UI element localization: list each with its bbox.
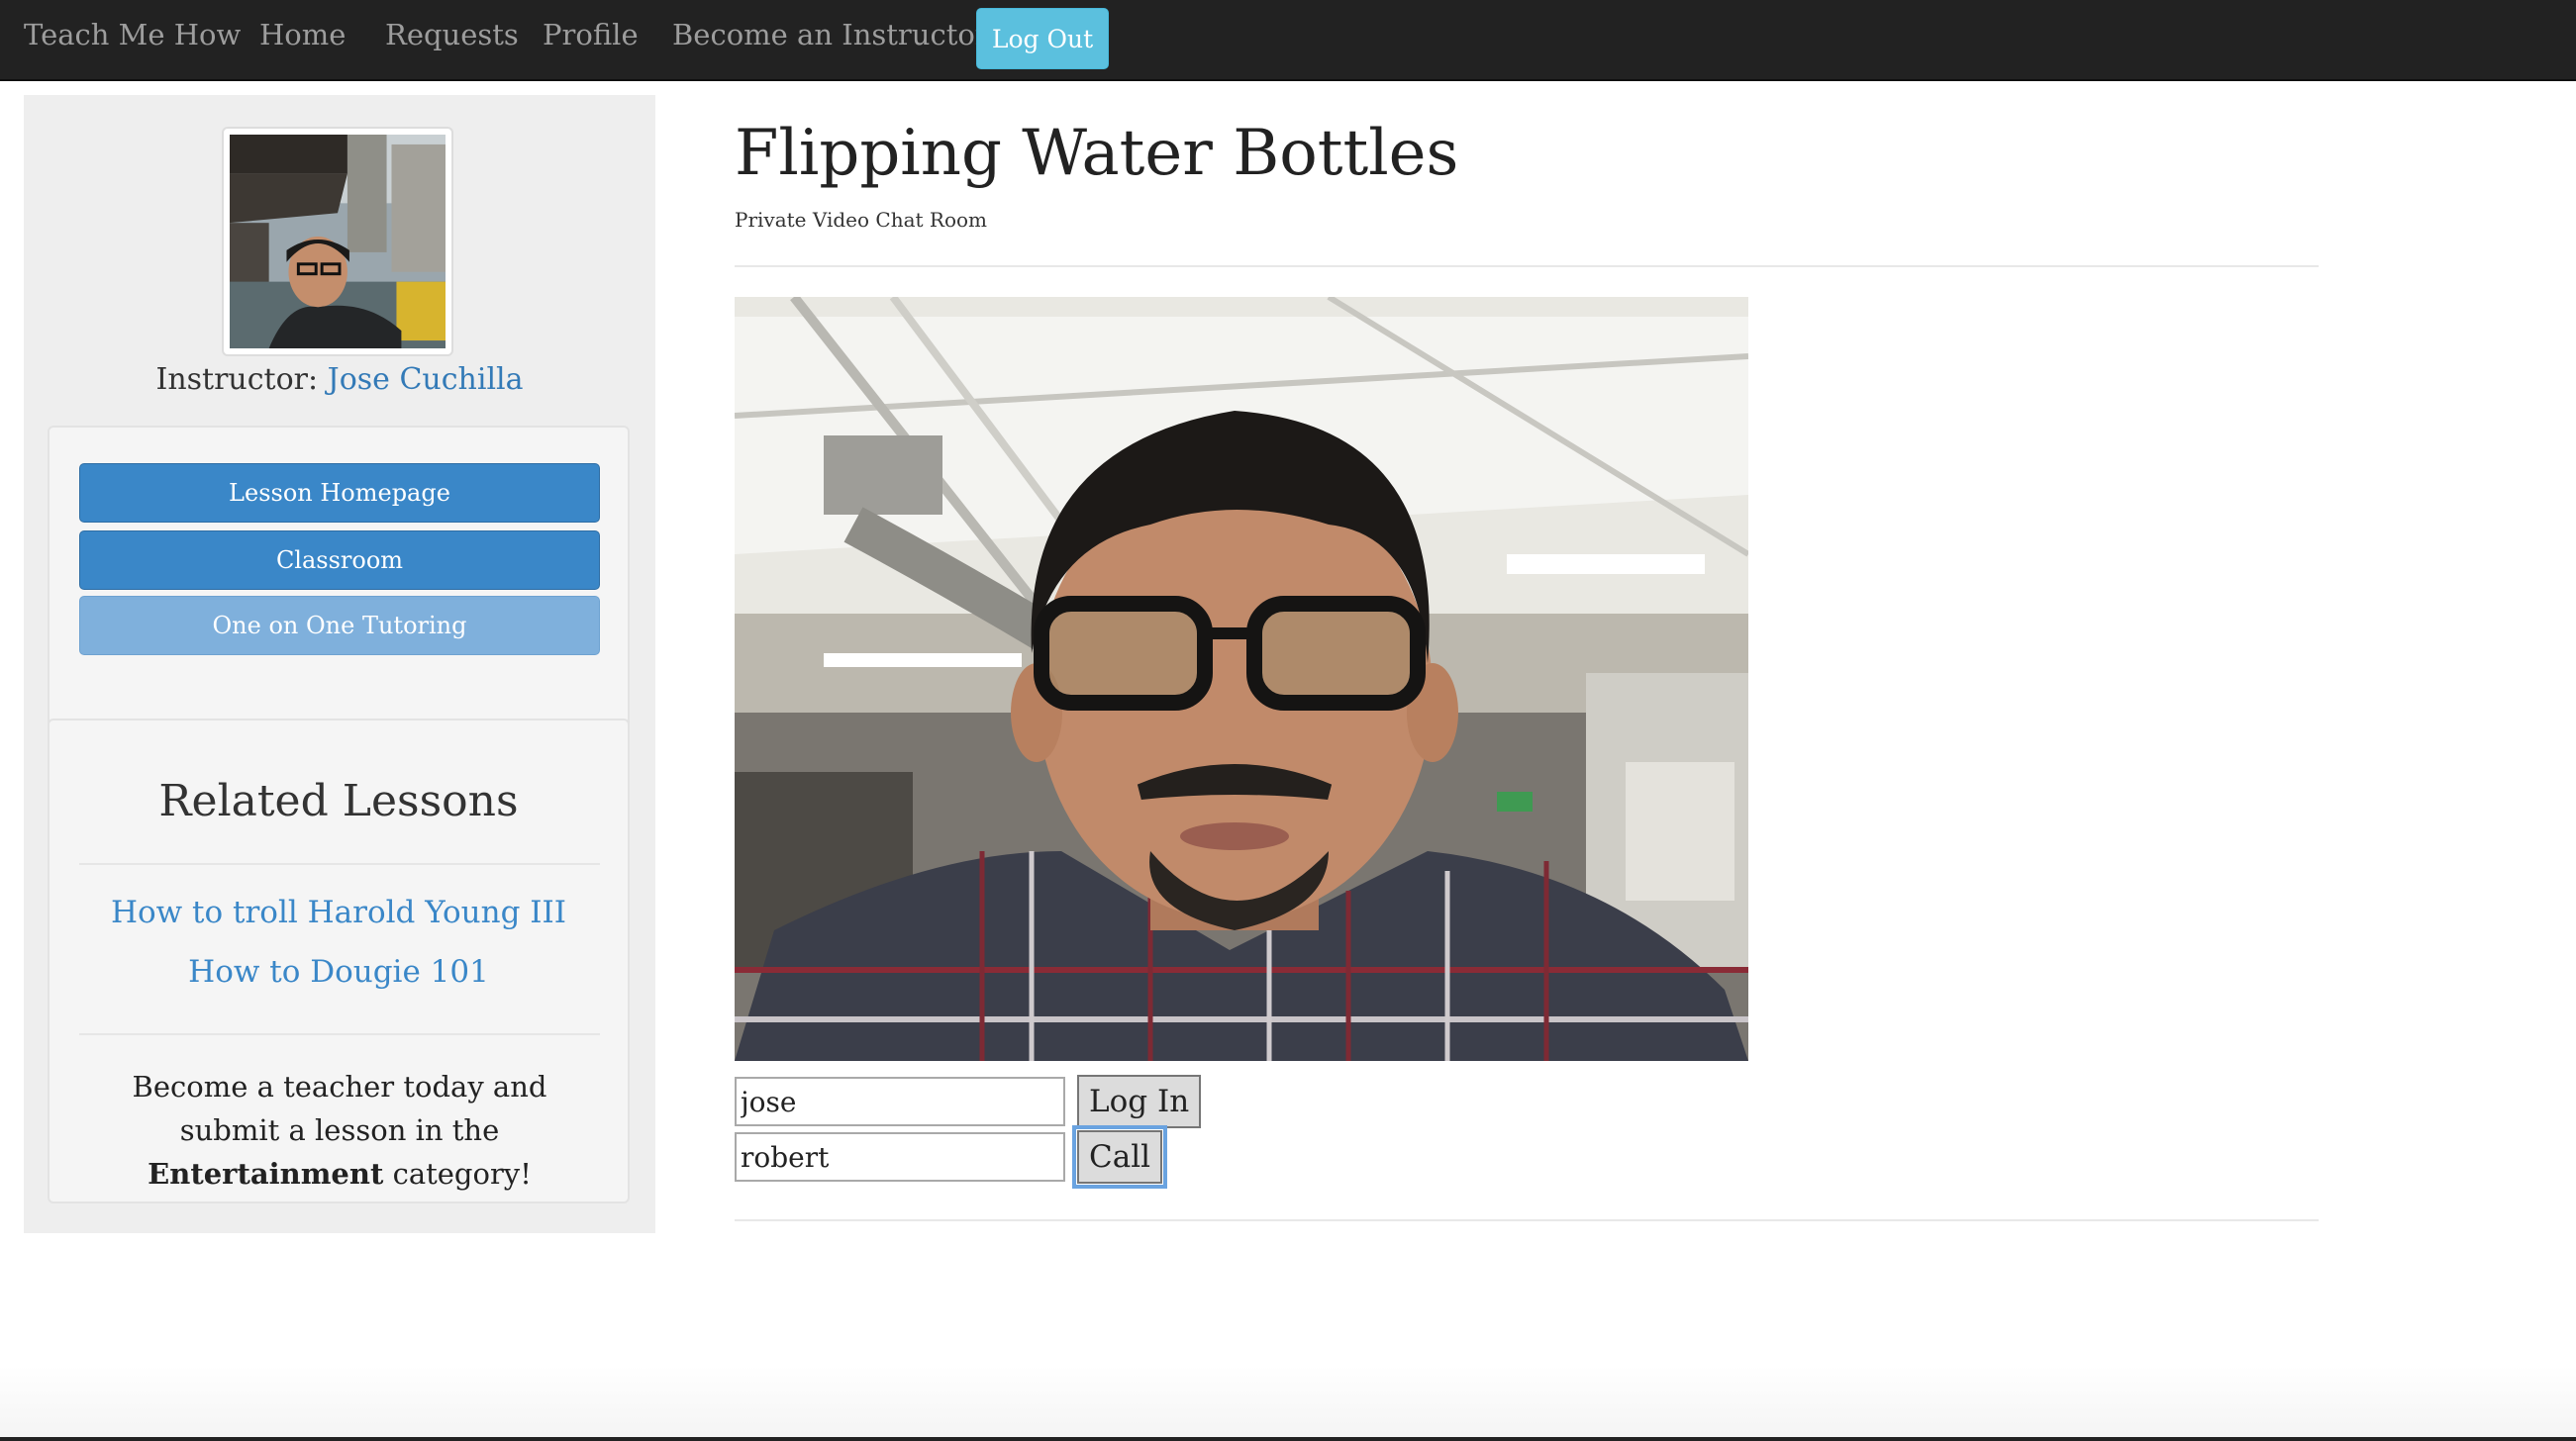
related-lesson-link[interactable]: How to troll Harold Young III bbox=[50, 895, 628, 930]
nav-link-home[interactable]: Home bbox=[259, 18, 346, 51]
divider bbox=[79, 1033, 600, 1035]
page-bottom-shadow bbox=[0, 1366, 2576, 1441]
username-input[interactable] bbox=[735, 1077, 1065, 1126]
page-subtitle: Private Video Chat Room bbox=[735, 208, 987, 232]
callee-input[interactable] bbox=[735, 1132, 1065, 1182]
related-lessons-panel: Related Lessons How to troll Harold Youn… bbox=[48, 719, 630, 1203]
related-lesson-link[interactable]: How to Dougie 101 bbox=[50, 954, 628, 990]
divider bbox=[735, 265, 2319, 267]
brand-link[interactable]: Teach Me How bbox=[24, 18, 241, 51]
page-title: Flipping Water Bottles bbox=[735, 117, 1459, 190]
avatar-photo-icon bbox=[230, 135, 446, 348]
top-navbar: Teach Me How Home Requests Profile Becom… bbox=[0, 0, 2576, 81]
logout-button[interactable]: Log Out bbox=[976, 8, 1109, 69]
divider bbox=[79, 863, 600, 865]
window-bottom-edge bbox=[0, 1437, 2576, 1441]
instructor-avatar bbox=[222, 127, 453, 356]
divider bbox=[735, 1219, 2319, 1221]
instructor-line: Instructor: Jose Cuchilla bbox=[24, 362, 655, 397]
become-teacher-text: Become a teacher today and submit a less… bbox=[79, 1065, 600, 1196]
sidebar: Instructor: Jose Cuchilla Lesson Homepag… bbox=[24, 95, 655, 1233]
instructor-prefix: Instructor: bbox=[155, 362, 319, 397]
instructor-name-link[interactable]: Jose Cuchilla bbox=[328, 362, 524, 397]
cta-text-post: category! bbox=[392, 1157, 532, 1191]
nav-link-requests[interactable]: Requests bbox=[385, 18, 519, 51]
lesson-homepage-button[interactable]: Lesson Homepage bbox=[79, 463, 600, 523]
nav-link-profile[interactable]: Profile bbox=[543, 18, 639, 51]
one-on-one-tutoring-button[interactable]: One on One Tutoring bbox=[79, 596, 600, 655]
video-feed[interactable] bbox=[735, 297, 1748, 1061]
nav-link-become-instructor[interactable]: Become an Instructor! bbox=[672, 18, 1000, 51]
cta-category: Entertainment bbox=[148, 1157, 384, 1191]
log-in-button[interactable]: Log In bbox=[1077, 1075, 1202, 1128]
webcam-video-icon bbox=[735, 297, 1748, 1061]
classroom-button[interactable]: Classroom bbox=[79, 530, 600, 590]
call-button[interactable]: Call bbox=[1071, 1125, 1168, 1189]
cta-text-pre: Become a teacher today and submit a less… bbox=[132, 1070, 547, 1147]
related-lessons-title: Related Lessons bbox=[158, 776, 519, 826]
